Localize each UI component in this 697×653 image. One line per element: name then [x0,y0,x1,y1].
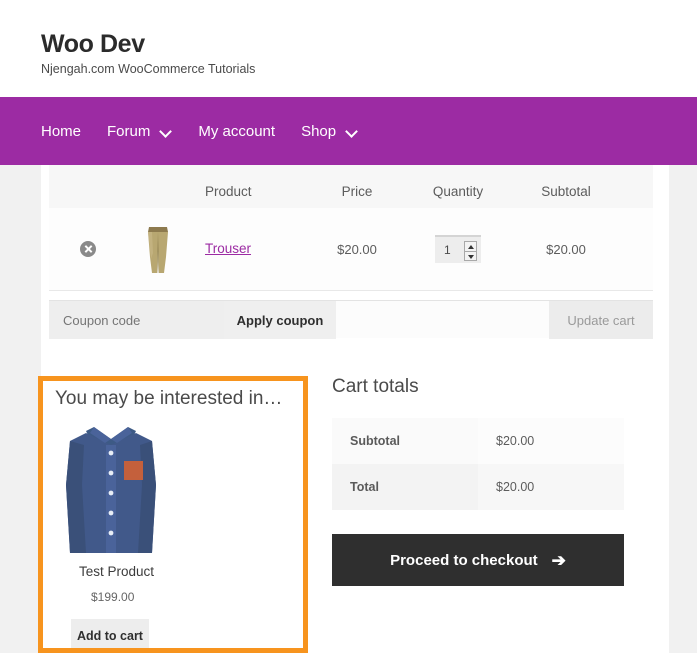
nav-item-label: Home [41,122,82,140]
coupon-code-input[interactable] [49,301,224,339]
coupon-row: Apply coupon Update cart [49,300,653,339]
apply-coupon-button[interactable]: Apply coupon [224,301,336,339]
cart-table-header-row: Product Price Quantity Subtotal [49,165,653,208]
nav-list: Home Forum My account Shop [41,97,384,165]
proceed-to-checkout-button[interactable]: Proceed to checkout ➔ [332,534,624,586]
cart-totals-section: Cart totals Subtotal $20.00 Total $20.00… [332,376,642,586]
cell-thumbnail[interactable] [111,223,205,275]
table-row: Subtotal $20.00 [332,418,624,464]
nav-item-shop[interactable]: Shop [301,123,358,140]
checkout-label: Proceed to checkout [390,551,538,569]
subtotal-label: Subtotal [332,418,478,464]
site-header: Woo Dev Njengah.com WooCommerce Tutorial… [0,0,697,97]
header-subtotal: Subtotal [541,184,591,199]
nav-item-label: Forum [107,122,151,140]
cross-sell-product-price: $199.00 [91,590,135,604]
header-quantity: Quantity [432,184,484,199]
coupon-spacer [336,301,549,338]
cross-sells-section: You may be interested in… Test Product $… [38,376,308,653]
total-value: $20.00 [478,464,624,510]
header-product: Product [205,184,252,199]
nav-item-my-account[interactable]: My account [198,123,275,140]
cell-subtotal: $20.00 [546,241,586,257]
site-tagline: Njengah.com WooCommerce Tutorials [41,62,256,76]
nav-item-home[interactable]: Home [41,123,81,140]
table-row: Total $20.00 [332,464,624,510]
nav-item-label: Shop [301,122,337,140]
cart-totals-heading: Cart totals [332,376,419,397]
quantity-spinner[interactable] [464,241,477,261]
total-label: Total [332,464,478,510]
nav-item-forum[interactable]: Forum [107,123,172,140]
cell-product-name: Trouser [205,240,309,258]
site-title[interactable]: Woo Dev [41,30,145,59]
chevron-down-icon [347,126,358,137]
chevron-down-icon [161,126,172,137]
cross-sells-heading: You may be interested in… [55,388,283,409]
spinner-down-icon[interactable] [465,252,476,261]
primary-navigation: Home Forum My account Shop [0,97,697,165]
blue-dress-shirt-product-image[interactable] [56,425,166,557]
cell-quantity: 1 [405,235,511,263]
spinner-up-icon[interactable] [465,242,476,251]
arrow-right-icon: ➔ [551,550,566,570]
cart-table: Product Price Quantity Subtotal Trouser … [49,165,653,291]
quantity-stepper[interactable]: 1 [435,235,481,263]
product-link[interactable]: Trouser [205,241,251,256]
table-row: Trouser $20.00 1 $20.00 [49,208,653,291]
cart-totals-table: Subtotal $20.00 Total $20.00 [332,418,624,510]
quantity-value: 1 [444,243,451,257]
add-to-cart-button[interactable]: Add to cart [71,619,149,648]
trouser-product-thumbnail [148,227,168,273]
header-remove [49,199,111,208]
header-price: Price [341,184,373,199]
remove-circle-x-icon[interactable] [80,241,96,257]
update-cart-button[interactable]: Update cart [549,301,653,339]
page-root: Woo Dev Njengah.com WooCommerce Tutorial… [0,0,697,653]
header-thumbnail [111,199,205,208]
cell-remove [49,241,111,257]
cell-price: $20.00 [337,241,377,257]
nav-item-label: My account [198,122,276,140]
main-content: Product Price Quantity Subtotal Trouser … [38,165,669,653]
subtotal-value: $20.00 [478,418,624,464]
cross-sell-product-name[interactable]: Test Product [79,564,154,579]
